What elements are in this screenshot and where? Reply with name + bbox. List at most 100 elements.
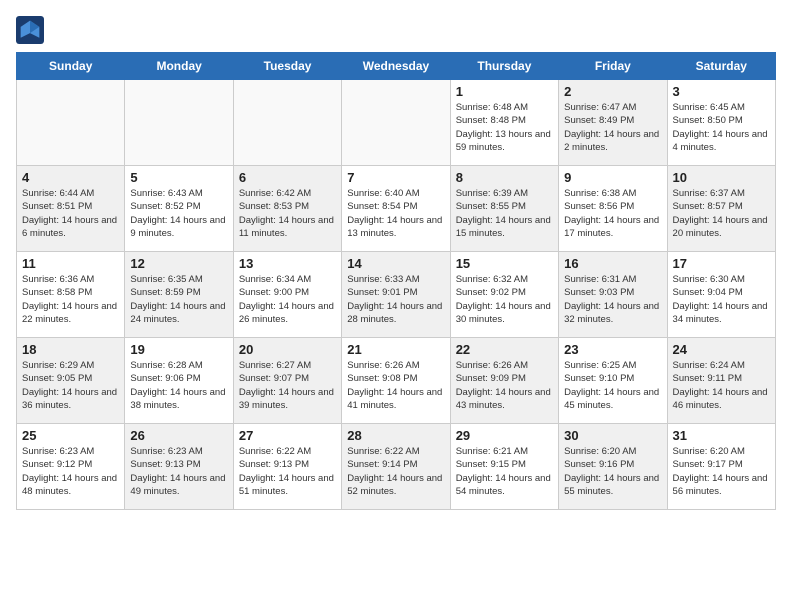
day-cell: 1 Sunrise: 6:48 AM Sunset: 8:48 PM Daylig… xyxy=(450,80,558,166)
day-number: 14 xyxy=(347,256,444,271)
day-info: Sunrise: 6:27 AM Sunset: 9:07 PM Dayligh… xyxy=(239,359,336,412)
day-cell: 23Sunrise: 6:25 AM Sunset: 9:10 PM Dayli… xyxy=(559,338,667,424)
day-number: 3 xyxy=(673,84,770,99)
day-info: Sunrise: 6:45 AM Sunset: 8:50 PM Dayligh… xyxy=(673,101,770,154)
day-cell xyxy=(125,80,233,166)
day-header-wednesday: Wednesday xyxy=(342,53,450,80)
day-cell: 26 Sunrise: 6:23 AM Sunset: 9:13 PM Dayli… xyxy=(125,424,233,510)
week-row-2: 4 Sunrise: 6:44 AM Sunset: 8:51 PM Daylig… xyxy=(17,166,776,252)
day-number: 2 xyxy=(564,84,661,99)
day-number: 6 xyxy=(239,170,336,185)
day-cell: 31 Sunrise: 6:20 AM Sunset: 9:17 PM Dayli… xyxy=(667,424,775,510)
day-cell xyxy=(342,80,450,166)
day-cell: 18 Sunrise: 6:29 AM Sunset: 9:05 PM Dayli… xyxy=(17,338,125,424)
day-info: Sunrise: 6:24 AM Sunset: 9:11 PM Dayligh… xyxy=(673,359,770,412)
day-cell: 2 Sunrise: 6:47 AM Sunset: 8:49 PM Daylig… xyxy=(559,80,667,166)
day-cell: 27 Sunrise: 6:22 AM Sunset: 9:13 PM Dayli… xyxy=(233,424,341,510)
day-info: Sunrise: 6:34 AM Sunset: 9:00 PM Dayligh… xyxy=(239,273,336,326)
day-number: 8 xyxy=(456,170,553,185)
day-info: Sunrise: 6:26 AM Sunset: 9:08 PM Dayligh… xyxy=(347,359,444,412)
day-number: 31 xyxy=(673,428,770,443)
day-number: 25 xyxy=(22,428,119,443)
day-info: Sunrise: 6:36 AM Sunset: 8:58 PM Dayligh… xyxy=(22,273,119,326)
day-info: Sunrise: 6:28 AM Sunset: 9:06 PM Dayligh… xyxy=(130,359,227,412)
day-number: 19 xyxy=(130,342,227,357)
day-cell: 9 Sunrise: 6:38 AM Sunset: 8:56 PM Daylig… xyxy=(559,166,667,252)
day-info: Sunrise: 6:29 AM Sunset: 9:05 PM Dayligh… xyxy=(22,359,119,412)
day-number: 17 xyxy=(673,256,770,271)
day-number: 18 xyxy=(22,342,119,357)
page-header xyxy=(16,16,776,44)
day-cell: 21 Sunrise: 6:26 AM Sunset: 9:08 PM Dayli… xyxy=(342,338,450,424)
day-number: 29 xyxy=(456,428,553,443)
day-number: 21 xyxy=(347,342,444,357)
day-number: 24 xyxy=(673,342,770,357)
day-cell: 7Sunrise: 6:40 AM Sunset: 8:54 PM Daylig… xyxy=(342,166,450,252)
day-number: 28 xyxy=(347,428,444,443)
day-header-thursday: Thursday xyxy=(450,53,558,80)
day-number: 1 xyxy=(456,84,553,99)
day-info: Sunrise: 6:48 AM Sunset: 8:48 PM Dayligh… xyxy=(456,101,553,154)
day-info: Sunrise: 6:22 AM Sunset: 9:14 PM Dayligh… xyxy=(347,445,444,498)
day-header-tuesday: Tuesday xyxy=(233,53,341,80)
day-info: Sunrise: 6:21 AM Sunset: 9:15 PM Dayligh… xyxy=(456,445,553,498)
day-number: 11 xyxy=(22,256,119,271)
day-cell: 6 Sunrise: 6:42 AM Sunset: 8:53 PM Daylig… xyxy=(233,166,341,252)
day-cell: 19 Sunrise: 6:28 AM Sunset: 9:06 PM Dayli… xyxy=(125,338,233,424)
day-number: 23 xyxy=(564,342,661,357)
day-cell: 4 Sunrise: 6:44 AM Sunset: 8:51 PM Daylig… xyxy=(17,166,125,252)
day-number: 26 xyxy=(130,428,227,443)
day-number: 22 xyxy=(456,342,553,357)
day-number: 5 xyxy=(130,170,227,185)
day-number: 4 xyxy=(22,170,119,185)
day-cell: 3 Sunrise: 6:45 AM Sunset: 8:50 PM Daylig… xyxy=(667,80,775,166)
day-cell: 20Sunrise: 6:27 AM Sunset: 9:07 PM Dayli… xyxy=(233,338,341,424)
day-info: Sunrise: 6:39 AM Sunset: 8:55 PM Dayligh… xyxy=(456,187,553,240)
day-number: 7 xyxy=(347,170,444,185)
day-cell: 15 Sunrise: 6:32 AM Sunset: 9:02 PM Dayli… xyxy=(450,252,558,338)
day-cell: 11 Sunrise: 6:36 AM Sunset: 8:58 PM Dayli… xyxy=(17,252,125,338)
day-info: Sunrise: 6:42 AM Sunset: 8:53 PM Dayligh… xyxy=(239,187,336,240)
day-info: Sunrise: 6:32 AM Sunset: 9:02 PM Dayligh… xyxy=(456,273,553,326)
day-info: Sunrise: 6:37 AM Sunset: 8:57 PM Dayligh… xyxy=(673,187,770,240)
week-row-1: 1 Sunrise: 6:48 AM Sunset: 8:48 PM Daylig… xyxy=(17,80,776,166)
day-number: 30 xyxy=(564,428,661,443)
day-info: Sunrise: 6:38 AM Sunset: 8:56 PM Dayligh… xyxy=(564,187,661,240)
logo xyxy=(16,16,50,44)
day-cell: 24 Sunrise: 6:24 AM Sunset: 9:11 PM Dayli… xyxy=(667,338,775,424)
week-row-3: 11 Sunrise: 6:36 AM Sunset: 8:58 PM Dayli… xyxy=(17,252,776,338)
day-info: Sunrise: 6:26 AM Sunset: 9:09 PM Dayligh… xyxy=(456,359,553,412)
day-cell xyxy=(233,80,341,166)
day-header-monday: Monday xyxy=(125,53,233,80)
day-info: Sunrise: 6:22 AM Sunset: 9:13 PM Dayligh… xyxy=(239,445,336,498)
day-header-friday: Friday xyxy=(559,53,667,80)
day-cell: 10 Sunrise: 6:37 AM Sunset: 8:57 PM Dayli… xyxy=(667,166,775,252)
calendar-header-row: SundayMondayTuesdayWednesdayThursdayFrid… xyxy=(17,53,776,80)
day-info: Sunrise: 6:20 AM Sunset: 9:16 PM Dayligh… xyxy=(564,445,661,498)
day-number: 9 xyxy=(564,170,661,185)
day-cell: 12 Sunrise: 6:35 AM Sunset: 8:59 PM Dayli… xyxy=(125,252,233,338)
day-info: Sunrise: 6:47 AM Sunset: 8:49 PM Dayligh… xyxy=(564,101,661,154)
day-cell: 16Sunrise: 6:31 AM Sunset: 9:03 PM Dayli… xyxy=(559,252,667,338)
day-info: Sunrise: 6:30 AM Sunset: 9:04 PM Dayligh… xyxy=(673,273,770,326)
day-info: Sunrise: 6:44 AM Sunset: 8:51 PM Dayligh… xyxy=(22,187,119,240)
day-info: Sunrise: 6:20 AM Sunset: 9:17 PM Dayligh… xyxy=(673,445,770,498)
day-number: 15 xyxy=(456,256,553,271)
day-cell xyxy=(17,80,125,166)
day-info: Sunrise: 6:33 AM Sunset: 9:01 PM Dayligh… xyxy=(347,273,444,326)
day-cell: 29 Sunrise: 6:21 AM Sunset: 9:15 PM Dayli… xyxy=(450,424,558,510)
day-cell: 22 Sunrise: 6:26 AM Sunset: 9:09 PM Dayli… xyxy=(450,338,558,424)
day-cell: 8 Sunrise: 6:39 AM Sunset: 8:55 PM Daylig… xyxy=(450,166,558,252)
day-cell: 30 Sunrise: 6:20 AM Sunset: 9:16 PM Dayli… xyxy=(559,424,667,510)
day-cell: 25Sunrise: 6:23 AM Sunset: 9:12 PM Dayli… xyxy=(17,424,125,510)
day-number: 13 xyxy=(239,256,336,271)
day-number: 12 xyxy=(130,256,227,271)
day-number: 16 xyxy=(564,256,661,271)
day-number: 10 xyxy=(673,170,770,185)
day-cell: 17 Sunrise: 6:30 AM Sunset: 9:04 PM Dayli… xyxy=(667,252,775,338)
day-number: 27 xyxy=(239,428,336,443)
day-info: Sunrise: 6:23 AM Sunset: 9:13 PM Dayligh… xyxy=(130,445,227,498)
day-info: Sunrise: 6:35 AM Sunset: 8:59 PM Dayligh… xyxy=(130,273,227,326)
day-cell: 14 Sunrise: 6:33 AM Sunset: 9:01 PM Dayli… xyxy=(342,252,450,338)
day-cell: 5Sunrise: 6:43 AM Sunset: 8:52 PM Daylig… xyxy=(125,166,233,252)
